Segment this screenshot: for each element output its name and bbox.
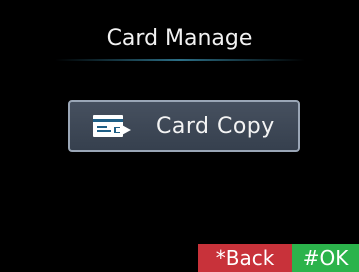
back-softkey[interactable]: *Back: [198, 244, 292, 272]
page-title: Card Manage: [106, 26, 253, 51]
card-copy-label: Card Copy: [156, 114, 275, 139]
card-copy-icon: [93, 115, 131, 137]
card-copy-button[interactable]: Card Copy: [68, 100, 300, 152]
title-divider: [55, 59, 305, 61]
card-manage-screen: Card Manage Card Copy *Back #OK: [0, 0, 359, 272]
ok-softkey[interactable]: #OK: [292, 244, 359, 272]
